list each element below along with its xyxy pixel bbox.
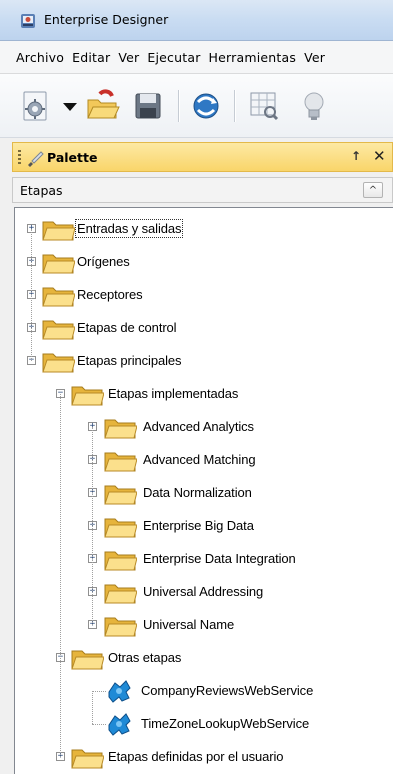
- folder-icon: [41, 249, 76, 275]
- toolbar: [0, 74, 393, 138]
- tree-item-label: Universal Addressing: [143, 584, 264, 599]
- menu-archivo[interactable]: Archivo: [0, 41, 68, 65]
- tree-item[interactable]: + Enterprise Data Integration: [15, 543, 393, 576]
- close-icon[interactable]: ✕: [373, 147, 386, 165]
- tree-item-label: Etapas de control: [77, 320, 177, 335]
- tree-item-label: CompanyReviewsWebService: [141, 683, 314, 698]
- tree-item[interactable]: + Universal Addressing: [15, 576, 393, 609]
- save-disk-icon[interactable]: [130, 88, 166, 124]
- drag-grip-icon[interactable]: [18, 150, 21, 166]
- window-title: Enterprise Designer: [44, 12, 169, 27]
- tree-item-label: Data Normalization: [143, 485, 252, 500]
- folder-icon: [41, 282, 76, 308]
- web-service-icon: [105, 711, 133, 737]
- tree-item-label: Otras etapas: [108, 650, 182, 665]
- tree-item-label: Enterprise Big Data: [143, 518, 254, 533]
- tree-item[interactable]: + Orígenes: [15, 246, 393, 279]
- tree-connector-line: [60, 394, 61, 757]
- settings-gear-icon[interactable]: [18, 88, 54, 124]
- folder-icon: [41, 216, 76, 242]
- lightbulb-icon[interactable]: [296, 88, 332, 124]
- folder-icon: [41, 348, 76, 374]
- etapas-section-bar[interactable]: Etapas ^: [12, 177, 393, 203]
- palette-brush-icon: [28, 151, 44, 167]
- tree-connector-line: [92, 724, 106, 725]
- tree-item[interactable]: + Universal Name: [15, 609, 393, 642]
- tree-item[interactable]: − Etapas principales: [15, 345, 393, 378]
- tree-item[interactable]: CompanyReviewsWebService: [15, 675, 393, 708]
- tree-item-label: TimeZoneLookupWebService: [141, 716, 310, 731]
- tree-item[interactable]: + Etapas de control: [15, 312, 393, 345]
- tree-item-label: Advanced Analytics: [143, 419, 254, 434]
- folder-icon: [103, 546, 138, 572]
- tree-item-label: Etapas implementadas: [108, 386, 239, 401]
- menu-ejecutar[interactable]: Ejecutar: [143, 41, 204, 65]
- tree-connector-line: [31, 229, 32, 361]
- tree-item-label: Advanced Matching: [143, 452, 256, 467]
- tree-item[interactable]: − Otras etapas: [15, 642, 393, 675]
- tree-item-label: Etapas definidas por el usuario: [108, 749, 284, 764]
- folder-icon: [103, 579, 138, 605]
- tree-item[interactable]: + Advanced Matching: [15, 444, 393, 477]
- chart-inspect-icon[interactable]: [246, 88, 282, 124]
- tree-item-label: Enterprise Data Integration: [143, 551, 296, 566]
- menu-ver-2[interactable]: Ver: [300, 41, 329, 65]
- folder-icon: [103, 612, 138, 638]
- tree-connector-line: [92, 691, 106, 692]
- tree-item[interactable]: + Enterprise Big Data: [15, 510, 393, 543]
- menu-herramientas[interactable]: Herramientas: [205, 41, 301, 65]
- tree-item-label: Entradas y salidas: [74, 219, 184, 238]
- palette-header: Palette ↑ ✕: [12, 142, 393, 172]
- stage-tree: + Entradas y salidas + Orígenes + Receptores +…: [14, 207, 393, 774]
- tree-item[interactable]: + Etapas definidas por el usuario: [15, 741, 393, 774]
- menu-bar: Archivo Editar Ver Ejecutar Herramientas Ver: [0, 41, 393, 74]
- etapas-section-label: Etapas: [20, 183, 63, 198]
- folder-icon: [103, 480, 138, 506]
- open-folder-icon[interactable]: [84, 88, 120, 124]
- menu-ver[interactable]: Ver: [114, 41, 143, 65]
- chevron-up-icon[interactable]: ^: [363, 182, 383, 198]
- folder-icon: [103, 414, 138, 440]
- folder-icon: [70, 645, 105, 671]
- tree-item[interactable]: + Receptores: [15, 279, 393, 312]
- dropdown-arrow-icon[interactable]: [60, 88, 80, 124]
- folder-icon: [70, 744, 105, 770]
- tree-item[interactable]: + Data Normalization: [15, 477, 393, 510]
- tree-connector-line: [92, 427, 93, 625]
- folder-icon: [41, 315, 76, 341]
- refresh-globe-icon[interactable]: [188, 88, 224, 124]
- title-bar: Enterprise Designer: [0, 0, 393, 41]
- menu-editar[interactable]: Editar: [68, 41, 114, 65]
- toolbar-separator: [178, 90, 179, 122]
- toolbar-separator: [234, 90, 235, 122]
- folder-icon: [70, 381, 105, 407]
- tree-item[interactable]: + Entradas y salidas: [15, 213, 393, 246]
- app-icon: [21, 14, 35, 28]
- folder-icon: [103, 513, 138, 539]
- tree-item-label: Universal Name: [143, 617, 235, 632]
- palette-title: Palette: [47, 150, 98, 165]
- pin-icon[interactable]: ↑: [351, 149, 361, 163]
- tree-item[interactable]: TimeZoneLookupWebService: [15, 708, 393, 741]
- folder-icon: [103, 447, 138, 473]
- tree-item[interactable]: + Advanced Analytics: [15, 411, 393, 444]
- tree-item-label: Etapas principales: [77, 353, 182, 368]
- web-service-icon: [105, 678, 133, 704]
- tree-item[interactable]: − Etapas implementadas: [15, 378, 393, 411]
- tree-item-label: Receptores: [77, 287, 143, 302]
- tree-item-label: Orígenes: [77, 254, 130, 269]
- tree-connector-line: [92, 691, 93, 724]
